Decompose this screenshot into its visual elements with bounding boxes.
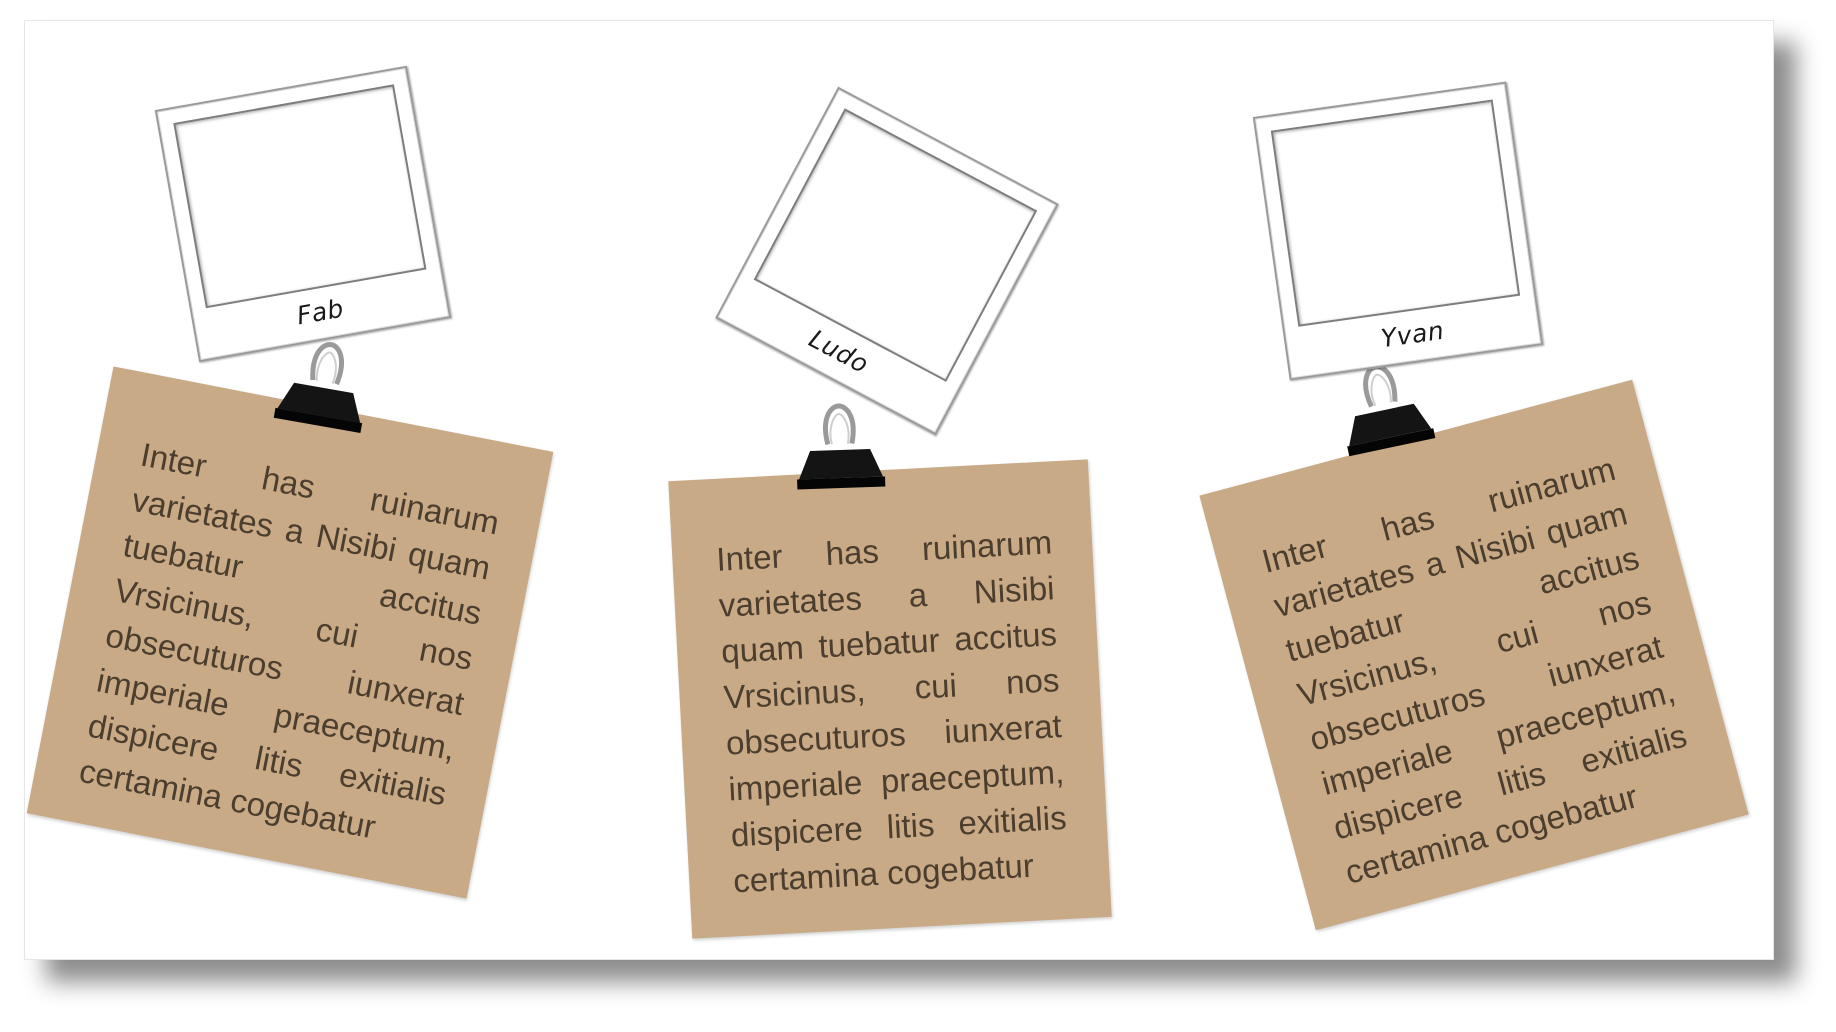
note-card-fab: Inter has ruinarum varietates a Nisibi q… xyxy=(26,366,554,899)
photo-frame-icon xyxy=(1270,99,1521,327)
photo-frame-icon xyxy=(173,84,427,309)
photo-frame-fab: Fab xyxy=(154,65,452,363)
photo-frame-yvan: Yvan xyxy=(1252,81,1544,381)
binder-clip-icon xyxy=(790,398,889,497)
slide-stage: Inter has ruinarum varietates a Nisibi q… xyxy=(0,0,1836,1032)
note-card-ludo: Inter has ruinarum varietates a Nisibi q… xyxy=(668,459,1112,939)
note-text-ludo: Inter has ruinarum varietates a Nisibi q… xyxy=(715,523,1068,900)
note-text-yvan: Inter has ruinarum varietates a Nisibi q… xyxy=(1257,449,1691,891)
note-text-fab: Inter has ruinarum varietates a Nisibi q… xyxy=(76,435,503,846)
